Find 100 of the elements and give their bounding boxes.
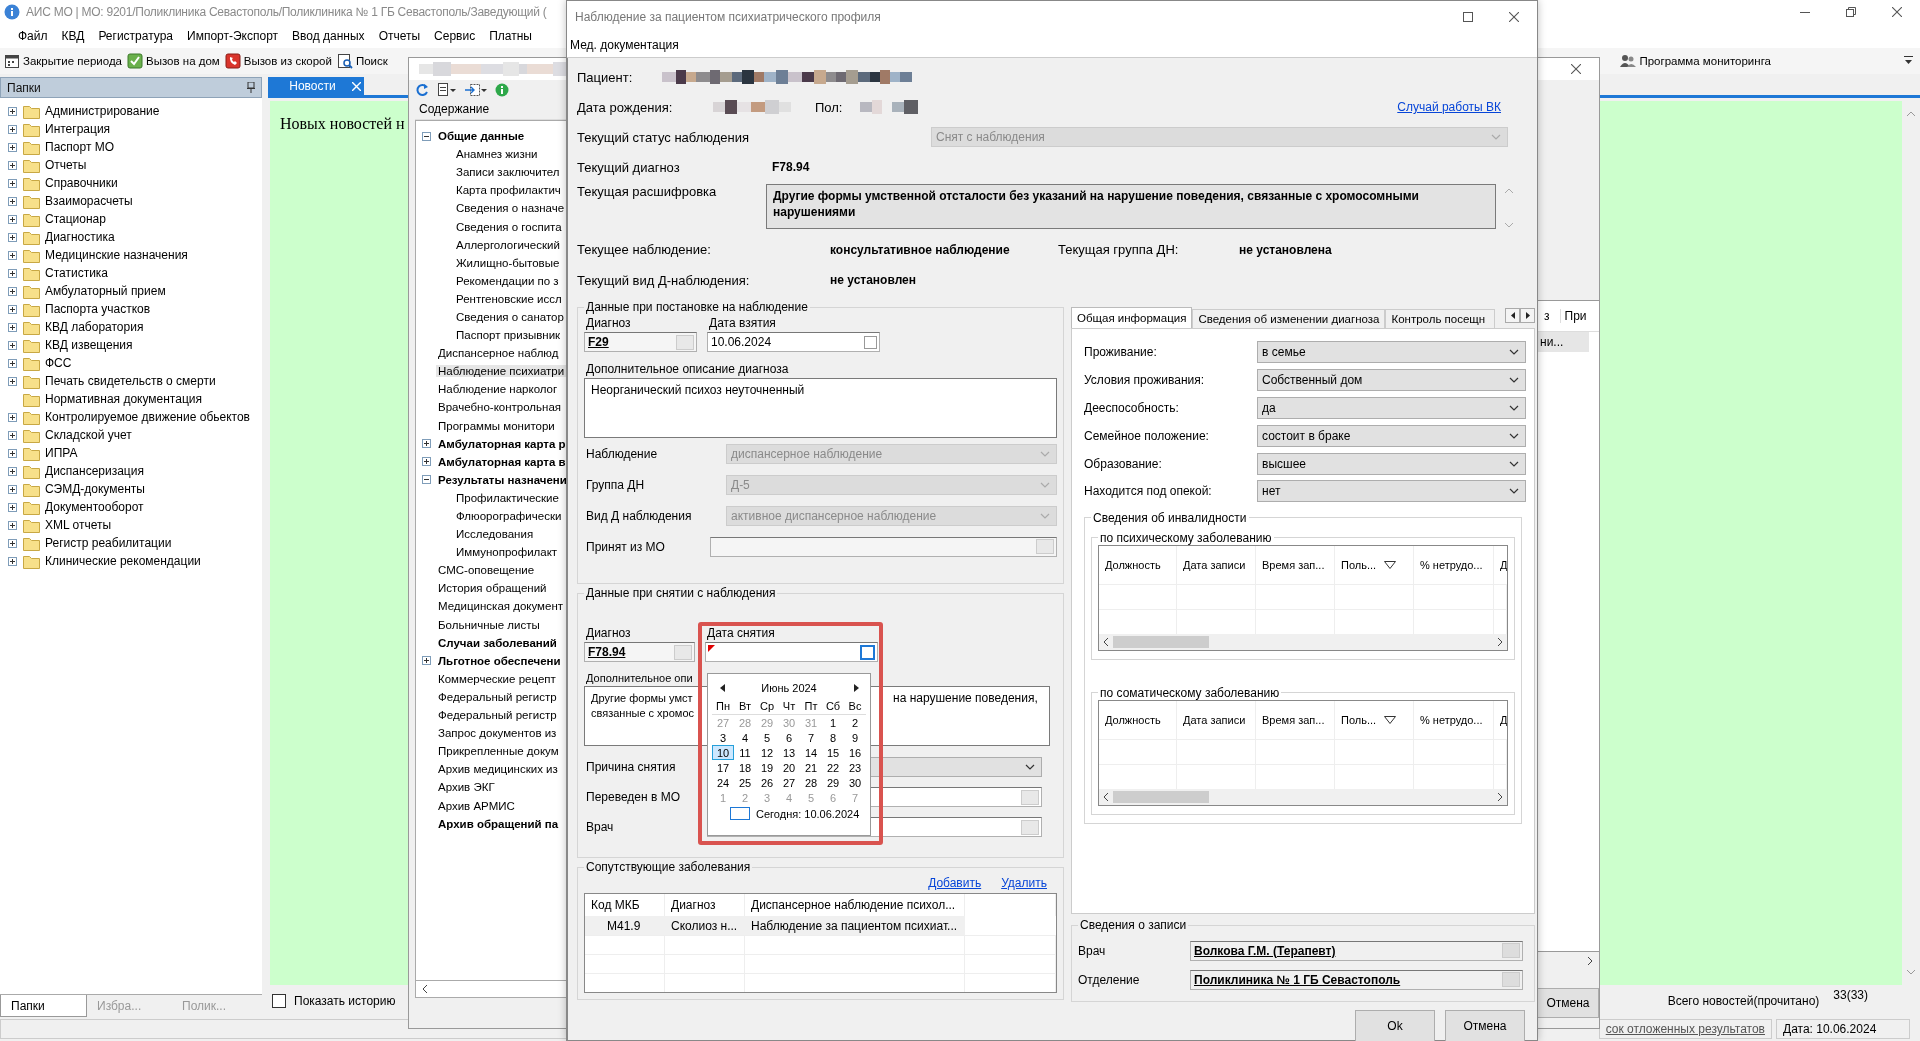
tree-item[interactable]: Наблюдение нарколог: [436, 383, 560, 396]
tab[interactable]: Папки: [0, 995, 87, 1017]
expand-icon[interactable]: [8, 430, 17, 440]
expand-icon[interactable]: [8, 376, 17, 386]
calendar-day[interactable]: 13: [778, 745, 800, 760]
tree-item[interactable]: Архив ЭКГ: [436, 781, 497, 794]
tree-item[interactable]: Запрос документов из: [436, 727, 559, 740]
column-header[interactable]: Должность: [1099, 545, 1177, 584]
expand-icon[interactable]: [8, 232, 17, 242]
next-month-button[interactable]: [852, 683, 860, 693]
scrollbar[interactable]: [1099, 788, 1507, 805]
calendar-day[interactable]: 8: [822, 730, 844, 745]
tree-item[interactable]: Регистр реабилитации: [43, 536, 172, 550]
tree-item[interactable]: Коммерческие рецепт: [436, 672, 558, 685]
column-header[interactable]: % нетрудо...: [1414, 545, 1494, 584]
tree-item[interactable]: Сведения о госпита: [454, 220, 564, 233]
calendar-day[interactable]: 9: [844, 730, 866, 745]
expand-icon[interactable]: [8, 286, 17, 296]
diagnosis-field[interactable]: F78.94: [584, 642, 695, 663]
expand-icon[interactable]: [8, 322, 17, 332]
expand-icon[interactable]: [8, 520, 17, 530]
tree-item[interactable]: Сведения о санатор: [454, 311, 566, 323]
tree-item[interactable]: Рентгеновские иссл: [454, 292, 564, 305]
tree-item[interactable]: Диспансерное наблюд: [436, 347, 561, 360]
dropdown[interactable]: высшее: [1257, 452, 1526, 475]
text-area[interactable]: Неорганический психоз неуточненный: [584, 378, 1057, 438]
column-header[interactable]: Должность: [1099, 700, 1177, 739]
menu-item[interactable]: Импорт-Экспорт: [180, 27, 286, 45]
expand-icon[interactable]: [8, 142, 17, 152]
calendar-day[interactable]: 15: [822, 745, 844, 760]
menu-item[interactable]: Платны: [482, 27, 539, 45]
tree-item[interactable]: Федеральный регистр: [436, 709, 559, 722]
column-header[interactable]: Поль...: [1335, 545, 1414, 584]
tree-item[interactable]: Статистика: [43, 266, 109, 280]
dropdown[interactable]: в семье: [1257, 341, 1526, 364]
calendar-day[interactable]: 14: [800, 745, 822, 760]
tree-item[interactable]: Архив медицинских из: [436, 763, 560, 776]
expand-icon[interactable]: [8, 412, 17, 422]
menu-item[interactable]: Сервис: [427, 27, 483, 45]
calendar-day[interactable]: 22: [822, 760, 844, 775]
expand-icon[interactable]: [8, 106, 17, 116]
calendar-day[interactable]: 7: [800, 730, 822, 745]
tree-item[interactable]: Записи заключител: [454, 166, 562, 179]
expand-icon[interactable]: [8, 538, 17, 548]
tree-item[interactable]: Исследования: [454, 528, 536, 541]
tree-item[interactable]: СМС-оповещение: [436, 564, 537, 577]
tab[interactable]: Общая информация: [1071, 307, 1193, 328]
tree-item[interactable]: Медицинские назначения: [43, 248, 188, 262]
scrollbar[interactable]: [1902, 101, 1920, 985]
tree-item[interactable]: Паспорт МО: [43, 140, 115, 154]
tree-item[interactable]: Амбулаторная карта в: [436, 455, 568, 468]
add-link[interactable]: Добавить: [928, 876, 982, 890]
checkbox[interactable]: [864, 335, 877, 349]
calendar-day[interactable]: 19: [756, 760, 778, 775]
input-field[interactable]: Волкова Г.М. (Терапевт): [1190, 940, 1523, 961]
tree-item[interactable]: Справочники: [43, 176, 118, 190]
expand-icon[interactable]: [422, 656, 431, 666]
tree-item[interactable]: Случаи заболеваний: [436, 636, 559, 649]
calendar-day[interactable]: 12: [756, 745, 778, 760]
tree-item[interactable]: Складской учет: [43, 428, 132, 442]
toolbar-button[interactable]: Вызов на дом: [125, 51, 222, 71]
tree-item[interactable]: Документооборот: [43, 500, 144, 514]
vk-link[interactable]: Случай работы ВК: [1397, 100, 1501, 114]
tree-item[interactable]: Аллергологический: [454, 238, 562, 251]
expand-icon[interactable]: [8, 124, 17, 134]
calendar-day[interactable]: 10: [712, 745, 734, 760]
calendar-day[interactable]: 29: [822, 775, 844, 790]
tree-item[interactable]: Администрирование: [43, 104, 160, 118]
tree-item[interactable]: Архив АРМИС: [436, 799, 517, 812]
menu-item[interactable]: Ввод данных: [285, 27, 372, 45]
document-button[interactable]: [437, 83, 457, 97]
tree-item[interactable]: Наблюдение психиатри: [436, 365, 567, 378]
expand-icon[interactable]: [8, 466, 17, 476]
tab[interactable]: Новости: [268, 77, 364, 95]
expand-icon[interactable]: [8, 448, 17, 458]
tree-item[interactable]: КВД лаборатория: [43, 320, 144, 334]
tree-item[interactable]: Прикрепленные докум: [436, 745, 561, 758]
scroll-thumb[interactable]: [1113, 635, 1209, 648]
column-header[interactable]: Дата записи: [1177, 545, 1256, 584]
menu-item[interactable]: КВД: [54, 27, 92, 45]
column-header[interactable]: При: [1559, 309, 1587, 323]
tree-item[interactable]: Клинические рекомендации: [43, 554, 201, 568]
expand-icon[interactable]: [8, 214, 17, 224]
tree-item[interactable]: СЭМД-документы: [43, 482, 145, 496]
expand-icon[interactable]: [8, 556, 17, 566]
column-header[interactable]: Время зап...: [1256, 700, 1335, 739]
diagnosis-field[interactable]: F29: [584, 332, 697, 352]
tree-item[interactable]: Взаиморасчеты: [43, 194, 133, 208]
column-header[interactable]: Д: [1494, 545, 1507, 584]
expand-icon[interactable]: [8, 178, 17, 188]
collapse-icon[interactable]: [422, 131, 431, 141]
tree-item[interactable]: Карта профилактич: [454, 184, 563, 197]
tree-item[interactable]: Диспансеризация: [43, 464, 144, 478]
tree-item[interactable]: Программы монитори: [436, 419, 557, 432]
calendar-day[interactable]: 18: [734, 760, 756, 775]
tree-item[interactable]: Врачебно-контрольная: [436, 401, 564, 414]
calendar-day[interactable]: 5: [756, 730, 778, 745]
export-button[interactable]: [465, 83, 487, 97]
tree-item[interactable]: Диагностика: [43, 230, 115, 244]
tree-item[interactable]: Нормативная документация: [43, 392, 202, 406]
